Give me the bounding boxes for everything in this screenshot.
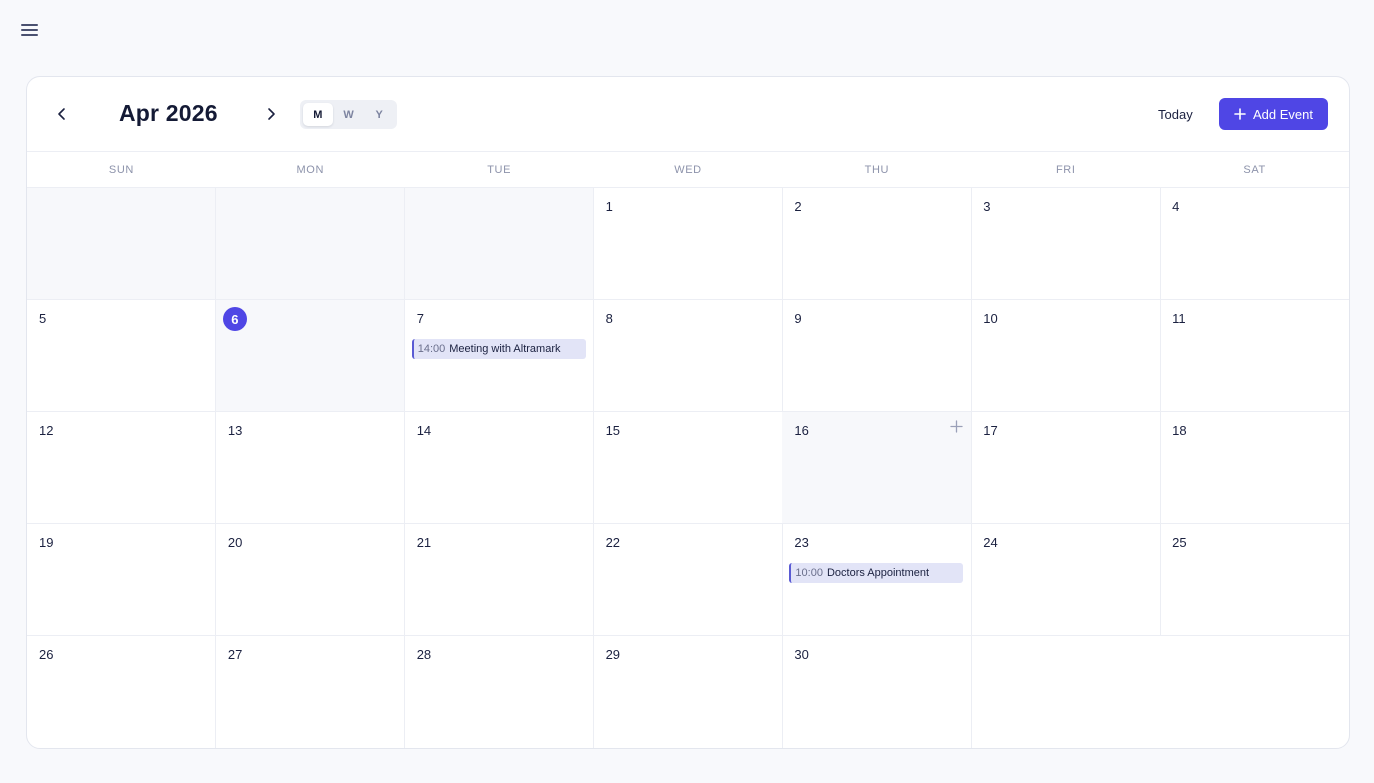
calendar-day-cell[interactable]: 27 <box>216 636 406 748</box>
day-number: 15 <box>605 423 621 438</box>
day-number: 20 <box>227 535 243 550</box>
event-chip[interactable]: 10:00 Doctors Appointment <box>789 563 964 583</box>
day-number: 11 <box>1172 311 1186 326</box>
day-number: 2 <box>794 199 802 214</box>
calendar-day-cell[interactable]: 2 <box>782 188 972 300</box>
calendar-day-cell[interactable]: 3 <box>971 188 1161 300</box>
event-chip[interactable]: 14:00 Meeting with Altramark <box>411 339 586 359</box>
day-number: 3 <box>983 199 991 214</box>
view-year-button[interactable]: Y <box>364 103 394 126</box>
add-to-day-plus-icon[interactable] <box>950 420 963 433</box>
calendar-day-cell[interactable]: 12 <box>27 412 217 524</box>
add-event-button[interactable]: Add Event <box>1219 98 1328 130</box>
calendar-day-cell[interactable]: 21 <box>404 524 595 636</box>
day-number: 12 <box>39 423 54 438</box>
calendar-day-cell[interactable]: 14 <box>404 412 595 524</box>
day-number: 4 <box>1172 199 1180 214</box>
calendar-cell-empty <box>27 188 217 300</box>
day-number: 22 <box>605 535 621 550</box>
weekday-header: SUN MON TUE WED THU FRI SAT <box>27 152 1349 188</box>
chevron-left-icon[interactable] <box>52 103 72 125</box>
calendar-card: Apr 2026 M W Y Today Add Event SUN MON T… <box>26 76 1350 749</box>
event-title: Doctors Appointment <box>826 567 930 579</box>
calendar-day-cell[interactable]: 1 <box>593 188 783 300</box>
month-grid: 1 2 3 4 5 6 7 14:00 Meeting with Altramark 8 9 10 11… <box>27 188 1349 748</box>
day-number: 23 <box>794 535 809 550</box>
day-number: 30 <box>794 647 809 662</box>
chevron-right-icon[interactable] <box>261 103 281 125</box>
day-number: 18 <box>1172 423 1187 438</box>
calendar-cell-empty <box>215 188 406 300</box>
calendar-day-cell[interactable]: 15 <box>593 412 783 524</box>
calendar-toolbar: Apr 2026 M W Y Today Add Event <box>27 77 1349 152</box>
calendar-day-cell[interactable]: 28 <box>405 636 595 748</box>
day-number: 8 <box>605 311 613 326</box>
weekday-label: WED <box>674 163 702 176</box>
day-number: 29 <box>605 647 621 662</box>
day-number: 17 <box>983 423 998 438</box>
calendar-day-cell[interactable]: 25 <box>1160 524 1349 636</box>
calendar-day-cell[interactable]: 24 <box>971 524 1161 636</box>
day-number: 1 <box>605 199 613 214</box>
calendar-day-cell[interactable]: 30 <box>782 636 972 748</box>
calendar-day-cell[interactable]: 10 <box>971 300 1161 412</box>
calendar-day-cell[interactable]: 29 <box>594 636 783 748</box>
month-title: Apr 2026 <box>119 100 218 126</box>
calendar-day-cell[interactable]: 4 <box>1160 188 1349 300</box>
event-title: Meeting with Altramark <box>449 343 561 355</box>
view-week-button[interactable]: W <box>334 103 364 126</box>
calendar-cell-empty <box>404 188 595 300</box>
day-number: 5 <box>39 311 47 326</box>
day-number: 21 <box>416 535 432 550</box>
plus-icon <box>1234 108 1246 120</box>
day-number: 13 <box>227 423 243 438</box>
calendar-day-cell[interactable]: 8 <box>593 300 783 412</box>
hamburger-menu-icon[interactable] <box>20 21 39 39</box>
today-button[interactable]: Today <box>1148 103 1203 125</box>
day-number: 26 <box>39 647 54 662</box>
day-number: 25 <box>1172 535 1187 550</box>
view-month-button[interactable]: M <box>303 103 333 126</box>
calendar-day-cell[interactable]: 20 <box>215 524 406 636</box>
weekday-label: SUN <box>108 163 134 176</box>
weekday-label: THU <box>864 163 890 176</box>
calendar-day-cell[interactable]: 26 <box>27 636 217 748</box>
calendar-day-cell[interactable]: 23 10:00 Doctors Appointment <box>782 524 972 636</box>
day-number: 19 <box>39 535 54 550</box>
day-number: 16 <box>794 423 809 438</box>
calendar-day-cell[interactable]: 13 <box>215 412 406 524</box>
weekday-label: MON <box>296 163 325 176</box>
calendar-day-cell[interactable]: 22 <box>593 524 783 636</box>
day-number: 9 <box>794 311 802 326</box>
calendar-day-cell[interactable]: 9 <box>782 300 972 412</box>
day-number: 14 <box>416 423 432 438</box>
calendar-day-cell[interactable]: 7 14:00 Meeting with Altramark <box>404 300 595 412</box>
calendar-day-cell[interactable]: 17 <box>971 412 1161 524</box>
weekday-label: SAT <box>1243 163 1266 176</box>
day-number: 28 <box>416 647 432 662</box>
view-switcher: M W Y <box>300 100 397 129</box>
day-number: 24 <box>983 535 998 550</box>
day-number: 10 <box>983 311 998 326</box>
day-number: 7 <box>416 311 424 326</box>
event-time: 14:00 <box>417 343 446 355</box>
weekday-label: TUE <box>487 163 512 176</box>
day-number: 27 <box>227 647 243 662</box>
event-time: 10:00 <box>795 567 823 579</box>
calendar-day-cell[interactable]: 6 <box>215 300 406 412</box>
today-day-number: 6 <box>222 307 247 331</box>
calendar-day-cell[interactable]: 11 <box>1160 300 1349 412</box>
calendar-day-cell[interactable]: 19 <box>27 524 217 636</box>
weekday-label: FRI <box>1055 163 1076 176</box>
calendar-day-cell[interactable]: 18 <box>1160 412 1349 524</box>
add-event-label: Add Event <box>1253 106 1313 122</box>
calendar-day-cell[interactable]: 5 <box>27 300 217 412</box>
calendar-day-cell[interactable]: 16 <box>782 412 972 524</box>
